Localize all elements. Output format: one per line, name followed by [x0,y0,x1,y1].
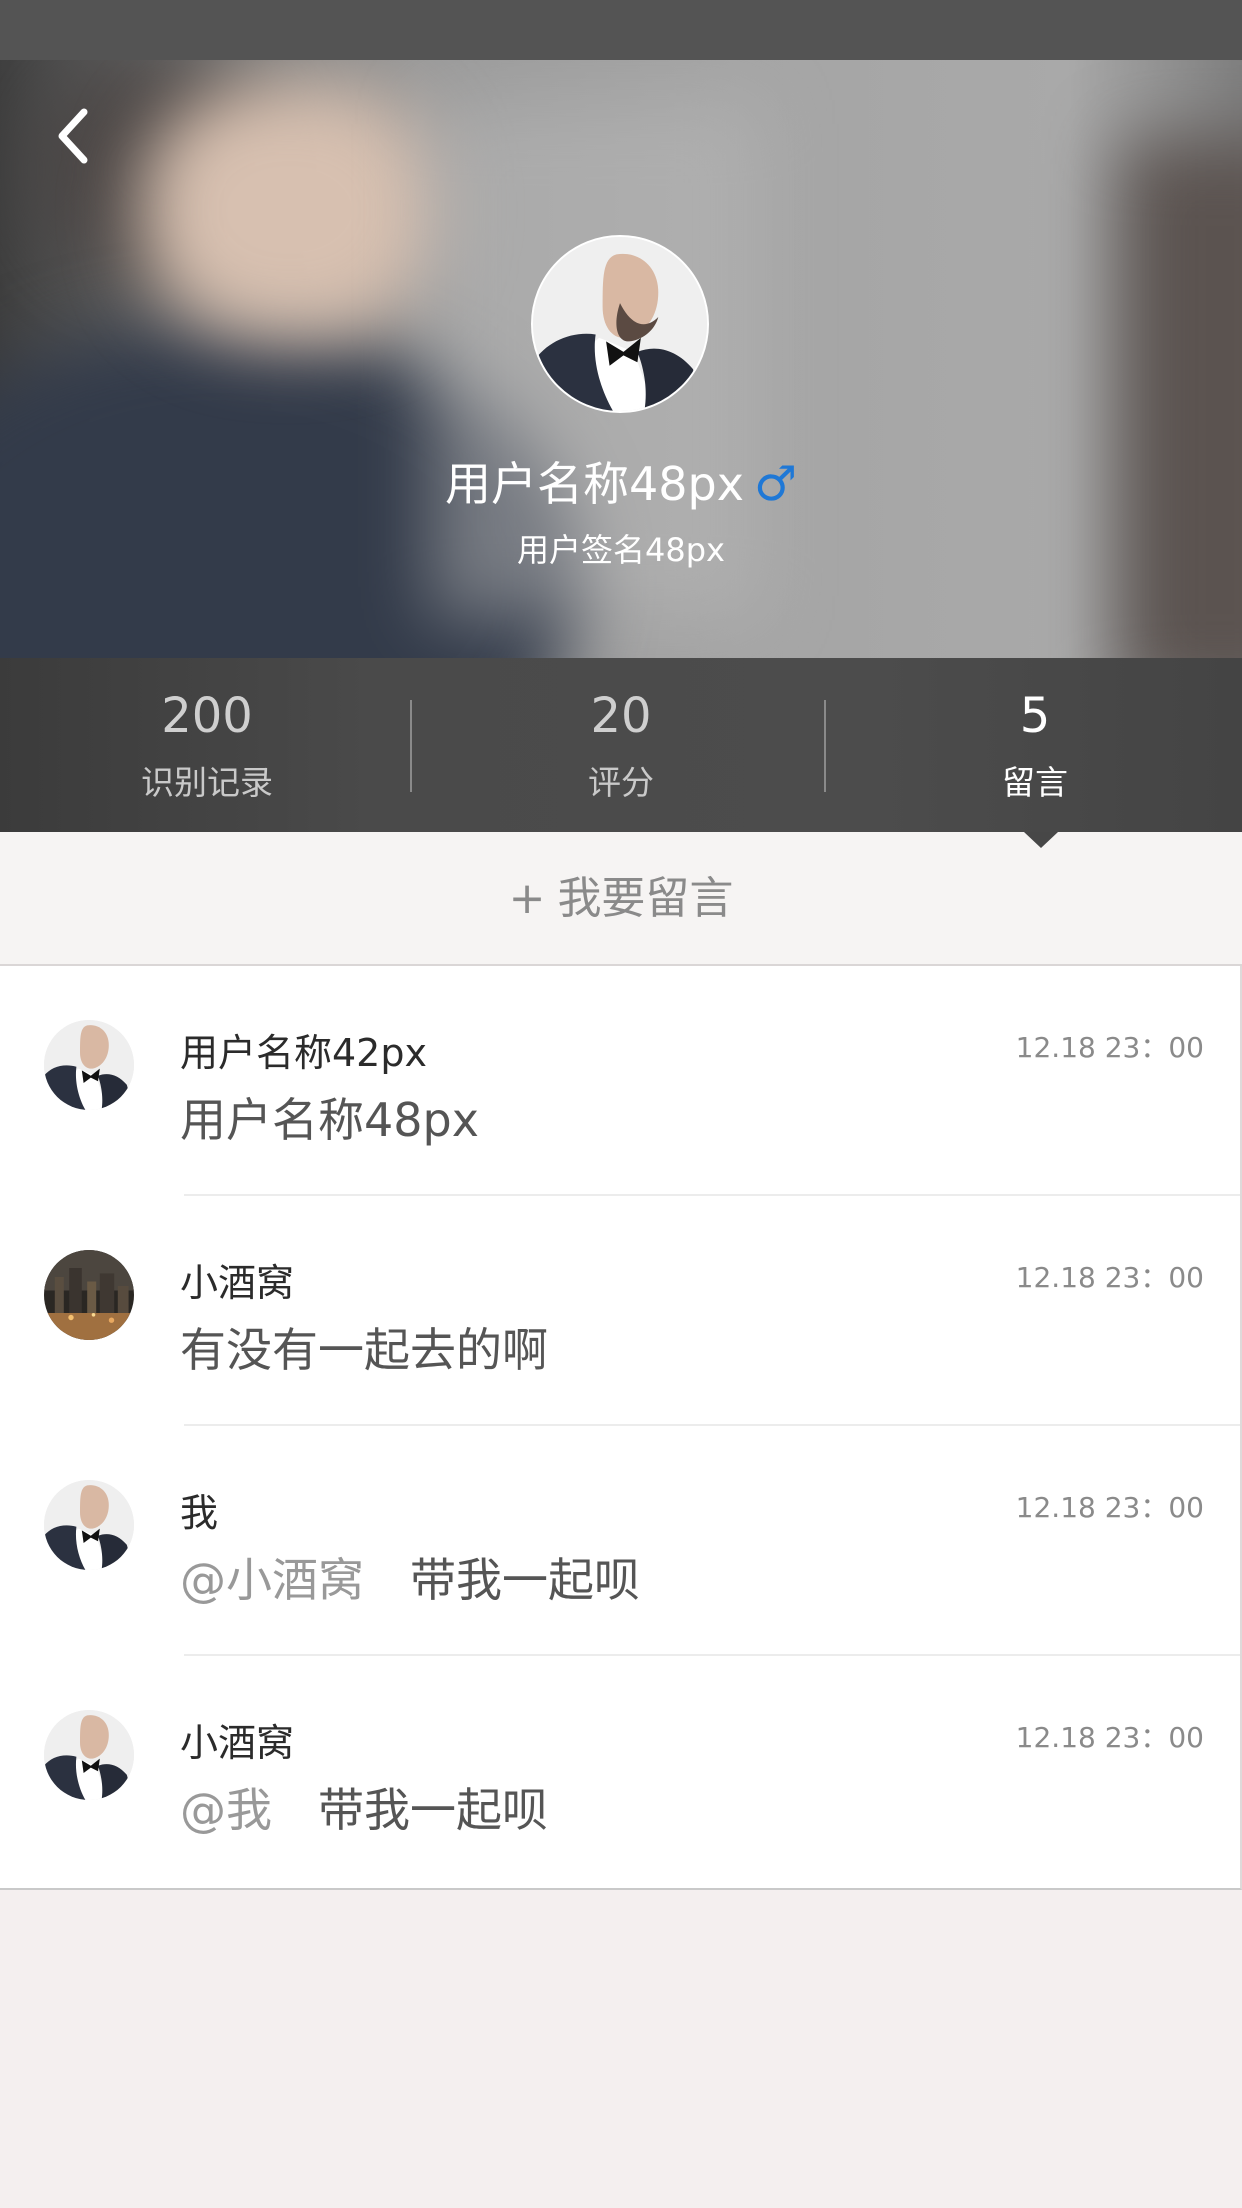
user-avatar[interactable] [44,1250,134,1340]
man-avatar-icon [44,1710,134,1800]
profile-signature: 用户签名48px [517,531,725,569]
message-list: 用户名称42px 12.18 23：00 用户名称48px 小酒窝 12.18 … [0,966,1242,1890]
man-avatar-icon [44,1480,134,1570]
message-text: 用户名称48px [180,1093,479,1147]
male-icon: ♂ [753,456,797,512]
ratings-label: 评分 [588,763,654,802]
messages-label: 留言 [1002,763,1068,802]
message-item[interactable]: 我 12.18 23：00 @小酒窝 带我一起呗 [0,1426,1240,1656]
tab-ratings[interactable]: 20 评分 [414,658,828,832]
back-arrow-icon [58,108,88,164]
message-item[interactable]: 用户名称42px 12.18 23：00 用户名称48px [0,966,1240,1196]
man-avatar-icon [44,1020,134,1110]
message-text: 带我一起呗 [318,1783,548,1837]
message-content: @我 带我一起呗 [180,1774,548,1840]
message-time: 12.18 23：00 [1015,1721,1204,1754]
message-text: 带我一起呗 [410,1553,640,1607]
message-author: 小酒窝 [180,1721,295,1765]
records-label: 识别记录 [141,763,273,802]
ratings-count: 20 [590,688,652,744]
tab-records[interactable]: 200 识别记录 [0,658,414,832]
mention-link[interactable]: @我 [180,1783,272,1837]
tab-messages[interactable]: 5 留言 [828,658,1242,832]
status-bar [0,0,1242,60]
user-avatar[interactable] [44,1020,134,1110]
profile-name-row: 用户名称48px ♂ [0,448,1242,514]
city-night-avatar-icon [44,1250,134,1340]
man-avatar-icon [533,237,707,411]
message-time: 12.18 23：00 [1015,1261,1204,1294]
back-button[interactable] [46,96,110,176]
plus-icon: + [508,873,546,924]
message-text: 有没有一起去的啊 [180,1323,548,1377]
user-avatar[interactable] [44,1480,134,1570]
active-tab-pointer [1024,832,1058,848]
stat-divider [824,700,826,792]
messages-count: 5 [1019,688,1051,744]
message-time: 12.18 23：00 [1015,1031,1204,1064]
mention-link[interactable]: @小酒窝 [180,1553,364,1607]
message-author: 用户名称42px [180,1031,427,1075]
message-item[interactable]: 小酒窝 12.18 23：00 有没有一起去的啊 [0,1196,1240,1426]
message-time: 12.18 23：00 [1015,1491,1204,1524]
message-content: 有没有一起去的啊 [180,1314,548,1380]
message-item[interactable]: 小酒窝 12.18 23：00 @我 带我一起呗 [0,1656,1240,1886]
message-content: @小酒窝 带我一起呗 [180,1544,640,1610]
profile-header: 用户名称48px ♂ 用户签名48px [0,60,1242,658]
leave-message-label: 我要留言 [557,873,734,924]
message-content: 用户名称48px [180,1084,479,1150]
message-author: 小酒窝 [180,1261,295,1305]
stats-bar: 200 识别记录 20 评分 5 留言 [0,658,1242,832]
user-avatar[interactable] [44,1710,134,1800]
records-count: 200 [161,688,253,744]
leave-message-button[interactable]: + 我要留言 [0,832,1242,966]
profile-avatar[interactable] [531,235,709,413]
stat-divider [410,700,412,792]
message-author: 我 [180,1491,219,1535]
profile-username: 用户名称48px [445,457,744,511]
